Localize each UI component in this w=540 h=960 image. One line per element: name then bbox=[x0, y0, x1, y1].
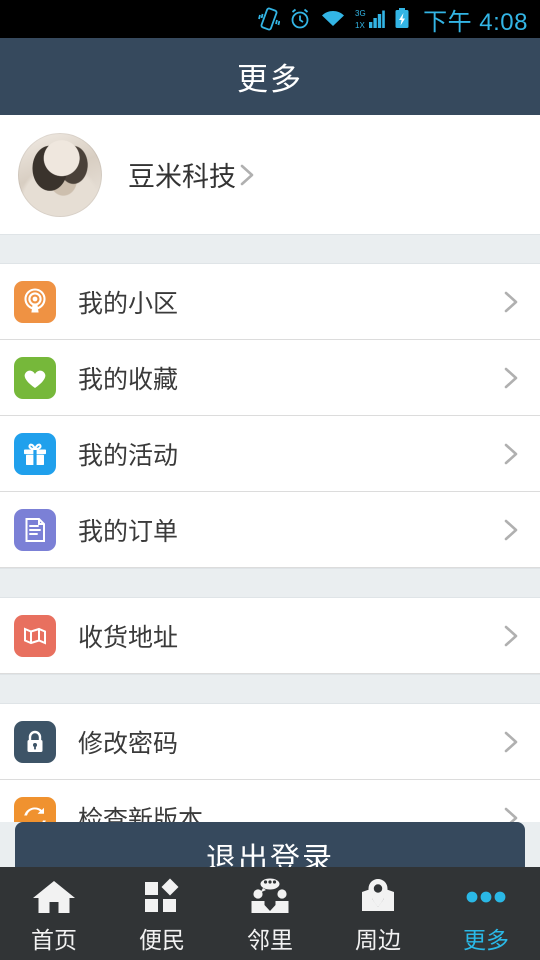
menu-item-my-orders[interactable]: 我的订单 bbox=[0, 492, 540, 568]
bottom-navigation: 首页 便民 邻里 周边 更多 bbox=[0, 867, 540, 960]
alarm-icon bbox=[289, 7, 311, 31]
broadcast-icon bbox=[14, 280, 56, 323]
menu-item-change-password[interactable]: 修改密码 bbox=[0, 704, 540, 780]
nav-item-neighbors[interactable]: 邻里 bbox=[216, 867, 324, 960]
menu-item-my-community[interactable]: 我的小区 bbox=[0, 264, 540, 340]
svg-text:1X: 1X bbox=[355, 21, 365, 30]
chevron-right-icon bbox=[504, 731, 518, 752]
nav-item-services[interactable]: 便民 bbox=[108, 867, 216, 960]
chevron-right-icon bbox=[504, 625, 518, 646]
chevron-right-icon bbox=[504, 443, 518, 464]
chevron-right-icon bbox=[504, 367, 518, 388]
menu-item-my-activities[interactable]: 我的活动 bbox=[0, 416, 540, 492]
order-document-icon bbox=[14, 508, 56, 551]
content-scroll[interactable]: 豆米科技 我的小区 我的收藏 我的活动 我的订单 收货地址 修改密码 检查新版本 bbox=[0, 115, 540, 867]
nav-item-home[interactable]: 首页 bbox=[0, 867, 108, 960]
profile-row[interactable]: 豆米科技 bbox=[0, 115, 540, 234]
profile-name: 豆米科技 bbox=[128, 162, 236, 192]
nav-item-label: 首页 bbox=[31, 927, 77, 953]
section-divider bbox=[0, 568, 540, 598]
status-bar-time: 下午 4:08 bbox=[423, 8, 528, 36]
nav-item-label: 周边 bbox=[355, 927, 401, 953]
neighbors-icon bbox=[247, 876, 293, 918]
menu-item-label: 我的订单 bbox=[78, 517, 179, 546]
signal-3g-icon: 3G 1X bbox=[355, 7, 385, 31]
menu-item-label: 修改密码 bbox=[78, 729, 179, 758]
gift-icon bbox=[14, 432, 56, 475]
nav-item-more[interactable]: 更多 bbox=[432, 867, 540, 960]
status-bar: 3G 1X 下午 4:08 bbox=[0, 0, 540, 38]
map-pin-icon bbox=[357, 876, 399, 918]
menu-item-shipping-address[interactable]: 收货地址 bbox=[0, 598, 540, 674]
avatar bbox=[18, 132, 102, 217]
wifi-icon bbox=[320, 7, 346, 31]
menu-item-label: 我的小区 bbox=[78, 289, 179, 318]
section-divider bbox=[0, 674, 540, 704]
heart-icon bbox=[14, 356, 56, 399]
nav-item-label: 更多 bbox=[463, 927, 509, 953]
more-dots-icon bbox=[458, 876, 514, 918]
nav-item-label: 邻里 bbox=[247, 927, 293, 953]
home-icon bbox=[32, 876, 76, 918]
chevron-right-icon bbox=[240, 164, 254, 185]
services-grid-icon bbox=[142, 876, 182, 918]
menu-item-label: 我的活动 bbox=[78, 441, 179, 470]
menu-item-my-favorites[interactable]: 我的收藏 bbox=[0, 340, 540, 416]
lock-icon bbox=[14, 720, 56, 763]
page-header: 更多 bbox=[0, 38, 540, 115]
section-divider bbox=[0, 234, 540, 264]
map-address-icon bbox=[14, 614, 56, 657]
chevron-right-icon bbox=[504, 291, 518, 312]
app-screen: 3G 1X 下午 4:08 更多 豆米科技 我的小区 我的收藏 我的活动 我的订… bbox=[0, 0, 540, 960]
nav-item-nearby[interactable]: 周边 bbox=[324, 867, 432, 960]
menu-item-label: 我的收藏 bbox=[78, 365, 179, 394]
svg-text:3G: 3G bbox=[355, 9, 366, 18]
chevron-right-icon bbox=[504, 519, 518, 540]
vibrate-icon bbox=[258, 7, 281, 31]
menu-item-label: 收货地址 bbox=[78, 623, 179, 652]
nav-item-label: 便民 bbox=[139, 927, 185, 953]
battery-charging-icon bbox=[394, 7, 410, 31]
page-title: 更多 bbox=[237, 62, 303, 97]
